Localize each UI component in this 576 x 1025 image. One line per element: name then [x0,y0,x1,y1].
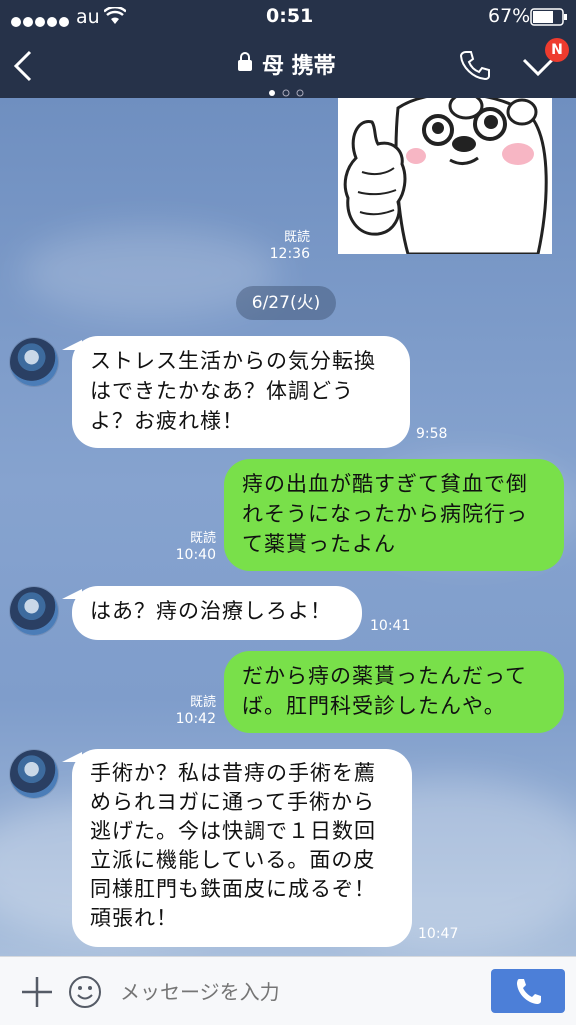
message-time: 12:36 [269,246,310,262]
message-time: 10:40 [175,547,216,563]
chat-title: 母 携帯 [262,54,336,79]
call-button[interactable] [458,48,492,86]
emoji-button[interactable] [68,975,102,1009]
bear-thumbs-up-sticker [343,98,548,254]
message-input-bar [0,956,576,1025]
wifi-icon [103,5,127,30]
message-line: て薬貰ったよん [242,532,396,556]
lock-icon [237,52,253,76]
badge-label: N [551,42,563,58]
message-bubble-incoming[interactable]: はあ？痔の治療しろよ！ [72,586,362,640]
phone-icon [517,979,541,1004]
message-line: 同様肛門も鉄面皮に成るぞ！ [90,877,376,901]
chat-header: 母 携帯 N [0,34,576,98]
message-line: 頑張れ！ [90,906,178,930]
battery-icon [530,8,568,31]
avatar[interactable] [10,750,58,798]
plus-icon [22,977,52,1007]
message-time: 10:47 [418,926,459,942]
clock-time: 0:51 [266,5,314,27]
message-line: 手術か？私は昔痔の手術を薦 [90,761,376,785]
back-button[interactable] [10,48,40,84]
add-button[interactable] [20,975,54,1009]
notification-badge: N [545,38,569,62]
message-line: れそうになったから病院行っ [242,502,528,526]
message-time: 10:42 [175,711,216,727]
message-line: ば。肛門科受診したんや。 [242,694,506,718]
sticker-meta: 既読 12:36 [262,229,310,263]
message-bubble-outgoing[interactable]: だから痔の薬貰ったんだって ば。肛門科受診したんや。 [224,651,564,733]
date-separator: 6/27(火) [236,286,336,320]
message-meta: 既読 10:40 [170,530,216,564]
message-line: められヨガに通って手術から [90,790,375,814]
message-line: 痔の出血が酷すぎて貧血で倒 [242,472,528,496]
message-bubble-outgoing[interactable]: 痔の出血が酷すぎて貧血で倒 れそうになったから病院行っ て薬貰ったよん [224,459,564,571]
read-receipt: 既読 [283,230,310,245]
message-meta: 既読 10:42 [170,694,216,728]
message-line: よ？お疲れ様！ [90,409,244,433]
signal-dots-icon [10,11,72,33]
message-line: 立派に機能している。面の皮 [90,848,376,872]
read-receipt: 既読 [189,695,216,710]
smiley-icon [69,976,101,1008]
voice-call-button[interactable] [491,969,565,1013]
message-time: 10:41 [370,618,411,634]
message-line: だから痔の薬貰ったんだって [242,664,527,688]
message-bubble-incoming[interactable]: ストレス生活からの気分転換 はできたかなあ？体調どう よ？お疲れ様！ [72,336,410,448]
carrier-label: au [76,6,100,28]
battery-percent: 67% [488,5,531,27]
read-receipt: 既読 [189,531,216,546]
avatar[interactable] [10,338,58,386]
avatar[interactable] [10,587,58,635]
message-bubble-incoming[interactable]: 手術か？私は昔痔の手術を薦 められヨガに通って手術から 逃げた。今は快調で１日数… [72,749,412,947]
chevron-left-icon [13,50,32,82]
phone-icon [459,51,490,81]
message-time: 9:58 [416,426,448,442]
message-line: ストレス生活からの気分転換 [90,349,376,373]
message-input[interactable] [118,971,472,1013]
sticker-image[interactable] [338,98,552,254]
message-line: 逃げた。今は快調で１日数回 [90,819,376,843]
status-bar: au 0:51 67% [0,0,576,34]
message-line: はできたかなあ？体調どう [90,379,354,403]
message-line: はあ？痔の治療しろよ！ [90,599,332,623]
